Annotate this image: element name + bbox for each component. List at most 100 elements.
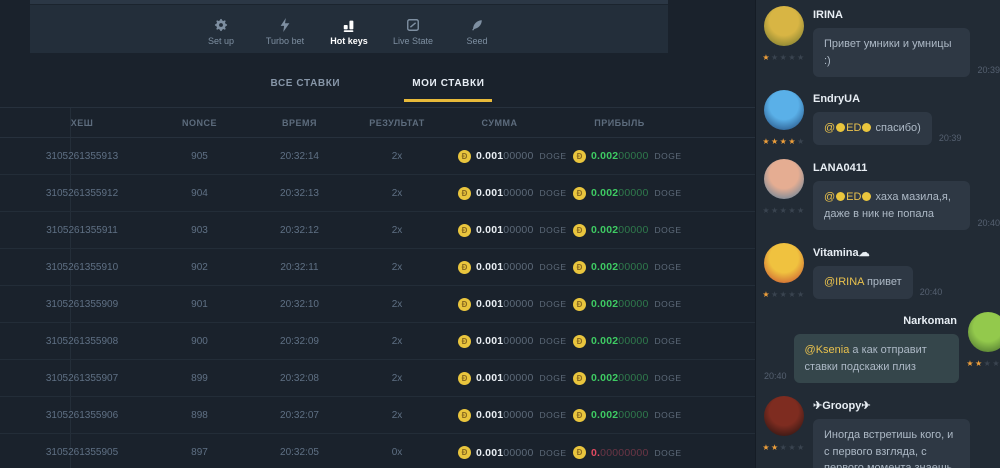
cell-time: 20:32:13 <box>247 188 352 199</box>
cell-profit-value: 0.00200000 <box>591 261 648 273</box>
chat-avatar-column: ★★★★★ <box>968 312 1000 383</box>
coin-emoji-icon <box>862 192 871 201</box>
user-mention[interactable]: @Ksenia <box>805 344 850 356</box>
chat-bubble: @ED хаха мазила,я, даже в ник не попала <box>813 181 970 230</box>
cell-time: 20:32:10 <box>247 299 352 310</box>
cell-profit-value: 0.00200000 <box>591 150 648 162</box>
coin-emoji-icon <box>836 123 845 132</box>
user-rating-stars: ★★★★★ <box>762 290 805 299</box>
cell-profit: Ð0.00200000DOGE <box>557 187 682 200</box>
currency-label: DOGE <box>654 299 681 309</box>
cell-hash: 3105261355910 <box>12 262 152 273</box>
cell-bet-amount-value: 0.00100000 <box>476 298 533 310</box>
chat-bubble-row: @ED хаха мазила,я, даже в ник не попала2… <box>813 181 1000 230</box>
avatar[interactable] <box>764 6 804 46</box>
cell-bet-amount-value: 0.00100000 <box>476 187 533 199</box>
table-row[interactable]: 310526135591090220:32:112xÐ0.00100000DOG… <box>0 249 755 286</box>
message-timestamp: 20:39 <box>977 65 1000 75</box>
doge-coin-icon: Ð <box>573 335 586 348</box>
currency-label: DOGE <box>654 225 681 235</box>
table-row[interactable]: 310526135590890020:32:092xÐ0.00100000DOG… <box>0 323 755 360</box>
cell-profit: Ð0.00200000DOGE <box>557 372 682 385</box>
cell-nonce: 897 <box>152 447 247 458</box>
table-body: 310526135591390520:32:142xÐ0.00100000DOG… <box>0 138 755 468</box>
table-row[interactable]: 310526135590789920:32:082xÐ0.00100000DOG… <box>0 360 755 397</box>
avatar[interactable] <box>764 90 804 130</box>
cell-profit: Ð0.00200000DOGE <box>557 409 682 422</box>
cell-bet-amount: Ð0.00100000DOGE <box>442 298 557 311</box>
doge-coin-icon: Ð <box>573 446 586 459</box>
cell-time: 20:32:09 <box>247 336 352 347</box>
cell-profit-value: 0.00200000 <box>591 335 648 347</box>
table-row[interactable]: 310526135591390520:32:142xÐ0.00100000DOG… <box>0 138 755 175</box>
avatar[interactable] <box>764 159 804 199</box>
chat-username[interactable]: EndryUA <box>813 93 1000 105</box>
toolbar-item-hot-keys[interactable]: Hot keys <box>324 18 374 46</box>
table-row[interactable]: 310526135590589720:32:050xÐ0.00100000DOG… <box>0 434 755 468</box>
cell-profit: Ð0.00200000DOGE <box>557 298 682 311</box>
table-row[interactable]: 310526135590990120:32:102xÐ0.00100000DOG… <box>0 286 755 323</box>
chat-avatar-column: ★★★★★ <box>764 159 804 230</box>
chat-username[interactable]: Narkoman <box>764 315 959 327</box>
doge-coin-icon: Ð <box>573 224 586 237</box>
doge-coin-icon: Ð <box>458 335 471 348</box>
table-row[interactable]: 310526135591190320:32:122xÐ0.00100000DOG… <box>0 212 755 249</box>
user-mention[interactable]: @ <box>824 191 835 203</box>
column-header-nonce: NONCE <box>152 118 247 128</box>
column-header-время: ВРЕМЯ <box>247 118 352 128</box>
toolbar-item-turbo-bet[interactable]: Turbo bet <box>260 18 310 46</box>
user-mention[interactable]: ED <box>846 122 861 134</box>
user-mention[interactable]: @ <box>824 122 835 134</box>
toolbar-item-seed[interactable]: Seed <box>452 18 502 46</box>
cell-bet-amount: Ð0.00100000DOGE <box>442 224 557 237</box>
chat-panel[interactable]: ★★★★★IRINAПривет умники и умницы :)20:39… <box>755 0 1000 468</box>
column-header-результат: РЕЗУЛЬТАТ <box>352 118 442 128</box>
table-row[interactable]: 310526135590689820:32:072xÐ0.00100000DOG… <box>0 397 755 434</box>
chat-bubble-row: @IRINA привет 20:40 <box>813 266 1000 299</box>
tab-все-ставки[interactable]: ВСЕ СТАВКИ <box>263 78 349 102</box>
chat-username[interactable]: LANA0411 <box>813 162 1000 174</box>
cell-result: 2x <box>352 373 442 384</box>
cell-nonce: 899 <box>152 373 247 384</box>
table-header-row: ХЕШNONCEВРЕМЯРЕЗУЛЬТАТСУММАПРИБЫЛЬ <box>0 108 755 138</box>
chat-username[interactable]: IRINA <box>813 9 1000 21</box>
chat-message: ★★★★★IRINAПривет умники и умницы :)20:39 <box>764 6 1000 77</box>
cell-result: 2x <box>352 299 442 310</box>
message-timestamp: 20:40 <box>920 287 943 297</box>
cell-time: 20:32:11 <box>247 262 352 273</box>
message-text: привет <box>864 276 902 288</box>
chat-message: ★★★★★LANA0411@ED хаха мазила,я, даже в н… <box>764 159 1000 230</box>
avatar[interactable] <box>764 396 804 436</box>
cell-result: 2x <box>352 336 442 347</box>
cell-result: 2x <box>352 151 442 162</box>
user-mention[interactable]: ED <box>846 191 861 203</box>
cell-nonce: 898 <box>152 410 247 421</box>
user-rating-stars: ★★★★★ <box>762 206 805 215</box>
doge-coin-icon: Ð <box>458 446 471 459</box>
currency-label: DOGE <box>654 262 681 272</box>
user-mention[interactable]: @IRINA <box>824 276 864 288</box>
chat-username[interactable]: ✈Groopy✈ <box>813 399 1000 412</box>
user-rating-stars: ★★★★★ <box>762 53 805 62</box>
cell-bet-amount-value: 0.00100000 <box>476 447 533 459</box>
gear-icon <box>214 18 228 32</box>
cell-profit-value: 0.00200000 <box>591 372 648 384</box>
livestate-icon <box>406 18 420 32</box>
cell-bet-amount-value: 0.00100000 <box>476 409 533 421</box>
doge-coin-icon: Ð <box>573 261 586 274</box>
cell-bet-amount: Ð0.00100000DOGE <box>442 261 557 274</box>
toolbar-item-live-state[interactable]: Live State <box>388 18 438 46</box>
chat-username[interactable]: Vitamina☁ <box>813 246 1000 259</box>
cell-nonce: 900 <box>152 336 247 347</box>
chat-avatar-column: ★★★★★ <box>764 243 804 299</box>
chat-avatar-column: ★★★★★ <box>764 90 804 146</box>
avatar[interactable] <box>968 312 1000 352</box>
doge-coin-icon: Ð <box>458 187 471 200</box>
cell-profit-value: 0.00200000 <box>591 298 648 310</box>
chat-message-content: Vitamina☁ @IRINA привет 20:40 <box>813 243 1000 299</box>
table-row[interactable]: 310526135591290420:32:132xÐ0.00100000DOG… <box>0 175 755 212</box>
tab-мои-ставки[interactable]: МОИ СТАВКИ <box>404 78 492 102</box>
avatar[interactable] <box>764 243 804 283</box>
toolbar-item-set-up[interactable]: Set up <box>196 18 246 46</box>
cell-nonce: 903 <box>152 225 247 236</box>
